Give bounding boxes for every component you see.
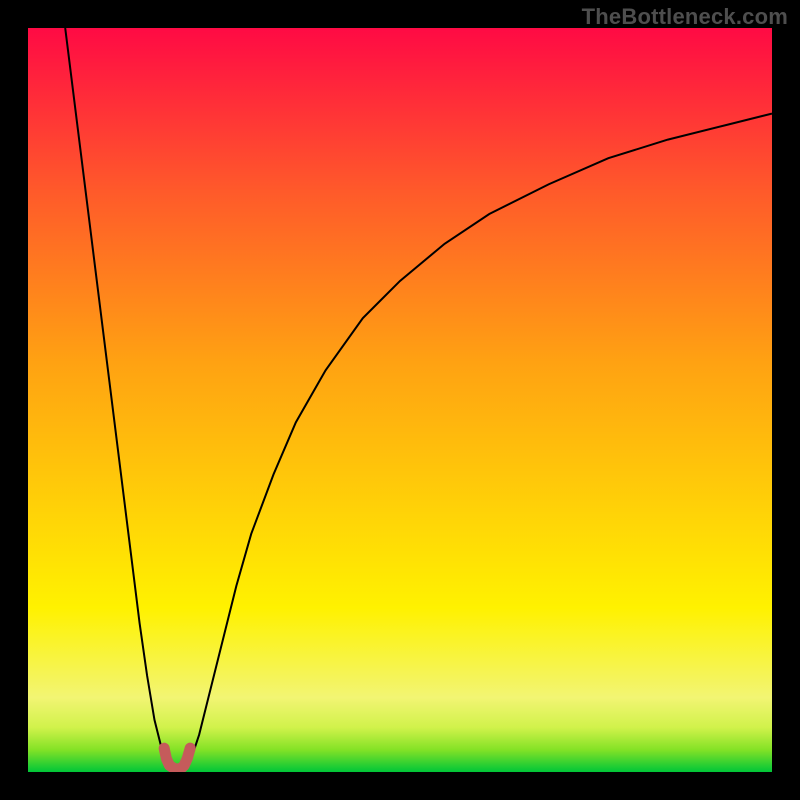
plot-area <box>28 28 772 772</box>
watermark-text: TheBottleneck.com <box>582 4 788 30</box>
chart-svg <box>28 28 772 772</box>
chart-background <box>28 28 772 772</box>
chart-frame: TheBottleneck.com <box>0 0 800 800</box>
